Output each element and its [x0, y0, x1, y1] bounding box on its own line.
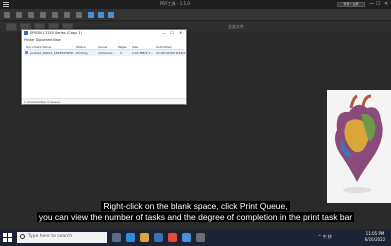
photo-app-taskbar-icon[interactable] [182, 233, 191, 242]
open-file-icon[interactable] [4, 12, 10, 18]
dialog-maximize-button[interactable]: ☐ [170, 30, 174, 36]
column-header-size[interactable]: Size [132, 45, 138, 49]
rotate-right-icon[interactable] [40, 12, 46, 18]
dialog-titlebar[interactable]: EPSON L3150 Series (Copy 1) — ☐ ✕ [22, 30, 186, 37]
menu-document[interactable]: Document [36, 38, 53, 42]
queue-count-text: 1 document(s) in queue [24, 100, 60, 104]
settings-icon[interactable] [108, 12, 114, 18]
hamburger-menu-icon[interactable] [3, 2, 9, 7]
subtitle-line-2: you can view the number of tasks and the… [0, 212, 391, 222]
printer-taskbar-icon[interactable] [196, 233, 205, 242]
menu-printer[interactable]: Printer [24, 38, 35, 42]
column-header-submitted[interactable]: Submitted [156, 45, 172, 49]
crop-icon[interactable] [52, 12, 58, 18]
taskbar: Type here to search ^ 中 拼 11:05 PM 6/16/… [0, 229, 391, 246]
dialog-minimize-button[interactable]: — [162, 30, 166, 36]
menu-view[interactable]: View [53, 38, 61, 42]
maximize-button[interactable]: ☐ [376, 1, 380, 7]
column-header-status[interactable]: Status [76, 45, 86, 49]
app-toolbar [0, 9, 391, 21]
zoom-icon[interactable] [64, 12, 70, 18]
column-header-pages[interactable]: Pages [118, 45, 127, 49]
subtitle-line-1: Right-click on the blank space, click Pr… [0, 201, 391, 211]
edge-browser-icon[interactable] [126, 233, 135, 242]
document-icon [25, 51, 28, 54]
subtitle-text-2: you can view the number of tasks and the… [36, 212, 355, 222]
subtitle-text-1: Right-click on the blank space, click Pr… [101, 201, 290, 211]
row-owner: administr... [98, 51, 115, 55]
row-submitted: 11:05:00 PM 6/16/2... [156, 51, 189, 55]
app-titlebar: PDF工具 - 1.1.0 登录 / 注册 — ☐ ✕ [0, 0, 391, 9]
app-title: PDF工具 - 1.1.0 [160, 1, 190, 6]
strip-label: 全部文件 [228, 24, 244, 29]
login-button[interactable]: 登录 / 注册 [337, 2, 365, 7]
dialog-close-button[interactable]: ✕ [179, 30, 182, 36]
app-icon[interactable] [168, 233, 177, 242]
delete-icon[interactable] [76, 12, 82, 18]
minimize-button[interactable]: — [369, 1, 374, 7]
row-status: Printing [76, 51, 88, 55]
taskbar-search-box[interactable]: Type here to search [17, 232, 107, 243]
thumbnail[interactable] [6, 23, 17, 31]
dialog-statusbar: 1 document(s) in queue [22, 98, 186, 104]
share-icon[interactable] [98, 12, 104, 18]
anatomical-heart-image [327, 90, 391, 203]
column-header-document-name[interactable]: Document Name [26, 45, 51, 49]
system-tray[interactable]: ^ 中 拼 [318, 234, 332, 240]
rotate-left-icon[interactable] [28, 12, 34, 18]
table-row[interactable]: portrait_00001_1803567658... Printing ad… [24, 50, 188, 56]
row-document-name: portrait_00001_1803567658... [30, 51, 76, 55]
file-explorer-icon[interactable] [140, 233, 149, 242]
dialog-menubar: Printer Document View [22, 37, 186, 43]
task-view-icon[interactable] [112, 233, 121, 242]
printer-icon [24, 31, 28, 35]
clock-date: 6/16/2022 [364, 237, 386, 242]
taskbar-clock[interactable]: 11:05 PM 6/16/2022 [362, 231, 388, 243]
store-icon[interactable] [154, 233, 163, 242]
search-icon [20, 234, 25, 239]
save-icon[interactable] [16, 12, 22, 18]
print-queue-dialog: EPSON L3150 Series (Copy 1) — ☐ ✕ Printe… [21, 29, 188, 105]
dialog-title: EPSON L3150 Series (Copy 1) [30, 31, 82, 35]
search-placeholder: Type here to search [28, 234, 73, 239]
row-pages: 1 [120, 51, 122, 55]
column-header-owner[interactable]: Owner [98, 45, 108, 49]
print-icon[interactable] [88, 12, 94, 18]
row-size: 2.04 MB/3.1... [132, 51, 153, 55]
windows-start-icon[interactable] [3, 233, 12, 242]
close-button[interactable]: ✕ [384, 1, 388, 7]
